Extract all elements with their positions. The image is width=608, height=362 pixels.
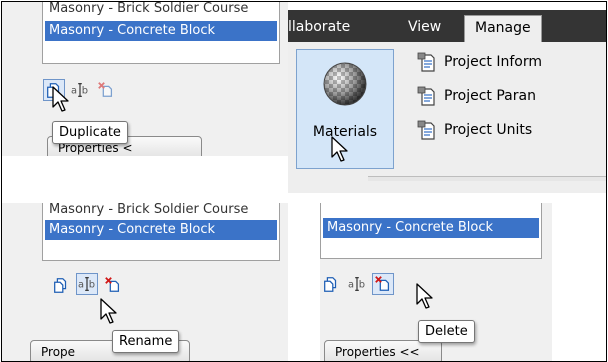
panel-delete: Masonry - Concrete Block Properties << D…	[320, 203, 552, 361]
rename-icon	[77, 275, 97, 293]
list-item-selected[interactable]: Masonry - Concrete Block	[323, 218, 539, 238]
panel-duplicate: Masonry - Brick Soldier Course Masonry -…	[2, 2, 288, 156]
project-information-label: Project Inform	[444, 54, 542, 70]
duplicate-button[interactable]	[320, 273, 342, 295]
delete-icon	[374, 275, 392, 293]
duplicate-icon	[322, 275, 340, 293]
panel-ribbon: llaborate View Manage Materials Project …	[288, 10, 606, 193]
delete-button[interactable]	[372, 273, 394, 295]
delete-icon	[97, 81, 115, 99]
mouse-pointer-icon	[52, 86, 72, 114]
delete-icon	[104, 276, 122, 294]
project-information-button[interactable]: Project Inform	[416, 50, 542, 74]
mouse-pointer-icon	[416, 283, 436, 311]
material-list: Masonry - Brick Soldier Course Masonry -…	[42, 203, 280, 261]
rename-button[interactable]	[69, 79, 91, 101]
mouse-pointer-icon	[331, 136, 351, 164]
duplicate-tooltip: Duplicate	[52, 121, 128, 144]
list-item-selected[interactable]: Masonry - Concrete Block	[45, 21, 277, 41]
delete-tooltip: Delete	[418, 320, 475, 343]
mouse-pointer-icon	[100, 298, 120, 326]
properties-button[interactable]: Properties <<	[324, 340, 442, 361]
ribbon-tab-bar: llaborate View Manage	[288, 10, 606, 42]
rename-button[interactable]	[76, 273, 98, 295]
project-information-icon	[416, 51, 438, 73]
rename-icon	[347, 275, 367, 293]
material-list: Masonry - Brick Soldier Course Masonry -…	[42, 2, 280, 64]
tab-view[interactable]: View	[408, 18, 441, 36]
duplicate-button[interactable]	[50, 274, 72, 296]
rename-button[interactable]	[346, 273, 368, 295]
ribbon-panel: Materials Project Inform Project Paran P…	[288, 42, 606, 181]
project-parameters-label: Project Paran	[444, 88, 536, 104]
materials-sphere-icon	[323, 62, 367, 106]
rename-icon	[70, 81, 90, 99]
panel-rename: Masonry - Brick Soldier Course Masonry -…	[2, 203, 288, 361]
rename-tooltip: Rename	[112, 330, 180, 353]
project-units-label: Project Units	[444, 122, 533, 138]
project-parameters-icon	[416, 85, 438, 107]
project-parameters-button[interactable]: Project Paran	[416, 84, 536, 108]
ribbon-panel-bottom-edge	[368, 176, 606, 181]
list-item-selected[interactable]: Masonry - Concrete Block	[45, 220, 277, 240]
tab-collaborate[interactable]: llaborate	[288, 18, 350, 36]
delete-button[interactable]	[95, 79, 117, 101]
duplicate-icon	[52, 276, 70, 294]
screenshot-frame: Masonry - Brick Soldier Course Masonry -…	[1, 1, 607, 362]
project-units-icon	[416, 119, 438, 141]
delete-button[interactable]	[102, 274, 124, 296]
materials-button[interactable]: Materials	[296, 49, 394, 169]
project-units-button[interactable]: Project Units	[416, 118, 532, 142]
list-item[interactable]: Masonry - Brick Soldier Course	[45, 203, 277, 220]
list-item[interactable]: Masonry - Brick Soldier Course	[45, 2, 277, 19]
tab-manage[interactable]: Manage	[464, 15, 542, 42]
material-list: Masonry - Concrete Block	[320, 203, 542, 259]
